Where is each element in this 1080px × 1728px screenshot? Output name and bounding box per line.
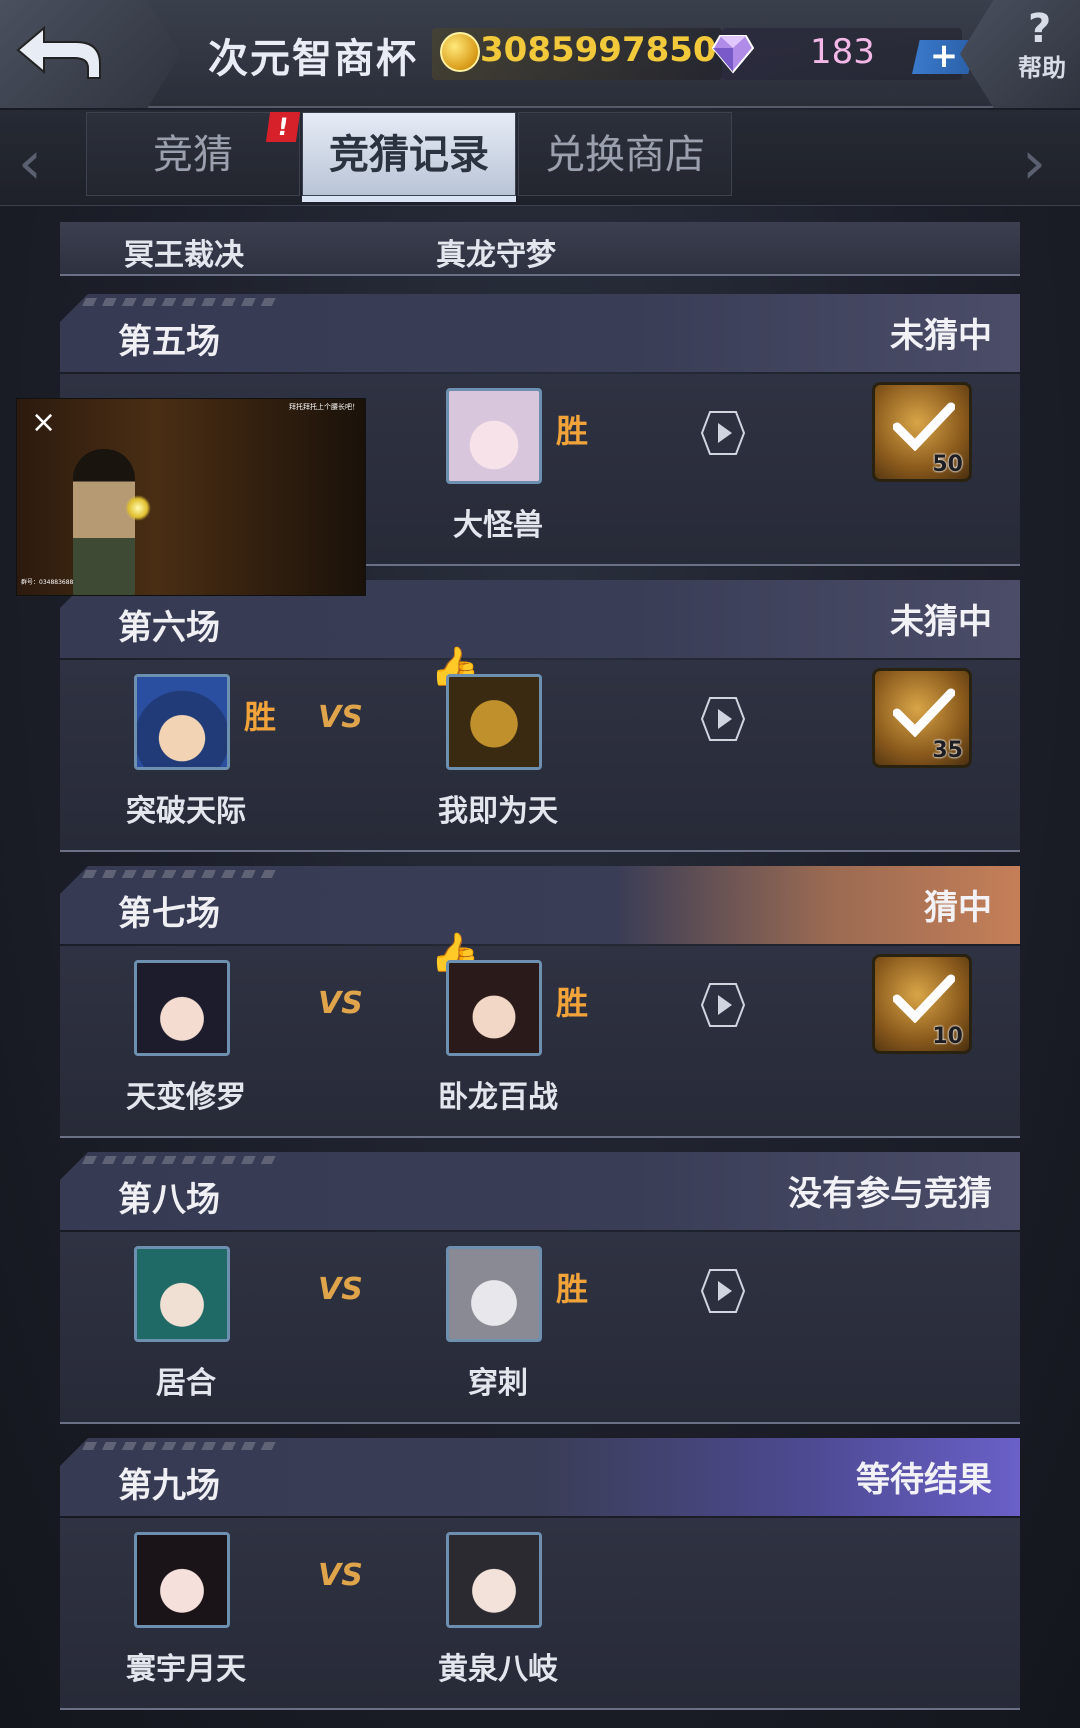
- round-label: 第五场: [118, 322, 220, 362]
- back-button[interactable]: [0, 0, 180, 108]
- chevron-left-icon[interactable]: ‹: [18, 128, 42, 198]
- result-status: 没有参与竞猜: [788, 1174, 992, 1214]
- fighter-avatar[interactable]: [446, 674, 542, 770]
- match-card: 第八场 没有参与竞猜 居合 VS 胜 穿刺: [60, 1152, 1020, 1426]
- match-body: 居合 VS 胜 穿刺: [60, 1232, 1020, 1424]
- coin-check-reward-icon[interactable]: 50: [872, 382, 972, 482]
- match-card: 第九场 等待结果 寰宇月天 VS 黄泉八岐: [60, 1438, 1020, 1712]
- coin-check-reward-icon[interactable]: 10: [872, 954, 972, 1054]
- play-icon[interactable]: [700, 1268, 746, 1314]
- match-header: 第五场 未猜中: [60, 294, 1020, 372]
- reward-count: 35: [932, 738, 963, 763]
- fighter-name: 真龙守梦: [436, 238, 556, 273]
- fighter-name: 居合: [156, 1366, 216, 1401]
- fighter-avatar[interactable]: [134, 1246, 230, 1342]
- tab-exchange-store[interactable]: 兑换商店: [518, 112, 732, 196]
- play-icon[interactable]: [700, 410, 746, 456]
- round-label: 第九场: [118, 1466, 220, 1506]
- match-body: 胜 突破天际 VS 👍 我即为天 35: [60, 645, 1020, 852]
- result-status: 等待结果: [856, 1460, 992, 1500]
- fighter-avatar[interactable]: [446, 388, 542, 484]
- vs-label: VS: [318, 1272, 363, 1307]
- fighter-avatar[interactable]: [134, 1532, 230, 1628]
- coin-check-reward-icon[interactable]: 35: [872, 668, 972, 768]
- fighter-name: 冥王裁决: [124, 238, 244, 273]
- fighter-name: 黄泉八岐: [438, 1652, 558, 1687]
- help-label: 帮助: [1018, 54, 1066, 82]
- video-caption-top: 拜托拜托上个腰长吧！: [289, 403, 359, 411]
- round-label: 第八场: [118, 1180, 220, 1220]
- fighter-avatar[interactable]: [446, 1246, 542, 1342]
- back-arrow-icon: [16, 25, 101, 79]
- close-icon[interactable]: ×: [31, 405, 56, 440]
- winner-mark: 胜: [556, 1270, 589, 1308]
- active-tab-indicator: [302, 196, 516, 202]
- play-icon[interactable]: [700, 982, 746, 1028]
- coin-balance: 3085997850: [480, 30, 717, 70]
- match-card: 第七场 猜中 天变修罗 VS 👍 胜 卧龙百战 10: [60, 866, 1020, 1140]
- result-status: 猜中: [924, 888, 992, 928]
- fighter-name: 大怪兽: [453, 508, 543, 543]
- fighter-name: 突破天际: [126, 794, 246, 829]
- fighter-avatar[interactable]: [446, 960, 542, 1056]
- match-header: 第七场 猜中: [60, 866, 1020, 944]
- floating-video-window[interactable]: × 拜托拜托上个腰长吧！ 群号：034883688: [16, 398, 366, 596]
- match-body: 天变修罗 VS 👍 胜 卧龙百战 10: [60, 931, 1020, 1138]
- fighter-name: 我即为天: [438, 794, 558, 829]
- video-frame-figure: [73, 449, 135, 595]
- help-icon: ?: [1028, 6, 1052, 52]
- reward-count: 50: [932, 452, 963, 477]
- match-header: 第八场 没有参与竞猜: [60, 1152, 1020, 1230]
- winner-mark: 胜: [244, 698, 277, 736]
- fighter-avatar[interactable]: [134, 960, 230, 1056]
- round-label: 第七场: [118, 894, 220, 934]
- page-title: 次元智商杯: [208, 36, 418, 82]
- tab-guess-history[interactable]: 竞猜记录: [302, 112, 516, 196]
- play-icon[interactable]: [700, 696, 746, 742]
- gold-coin-icon: [440, 32, 480, 72]
- video-frame-light: [125, 495, 151, 521]
- result-status: 未猜中: [890, 316, 992, 356]
- video-caption-bottom: 群号：034883688: [21, 579, 74, 586]
- fighter-name: 穿刺: [468, 1366, 528, 1401]
- fighter-name: 天变修罗: [126, 1080, 246, 1115]
- winner-mark: 胜: [556, 412, 589, 450]
- result-status: 未猜中: [890, 602, 992, 642]
- diamond-gem-icon: [712, 35, 754, 74]
- fighter-avatar[interactable]: [446, 1532, 542, 1628]
- chevron-right-icon[interactable]: ›: [1022, 128, 1046, 198]
- fighter-name: 卧龙百战: [438, 1080, 558, 1115]
- fighter-avatar[interactable]: [134, 674, 230, 770]
- winner-mark: 胜: [556, 984, 589, 1022]
- vs-label: VS: [318, 986, 363, 1021]
- round-label: 第六场: [118, 608, 220, 648]
- match-card: 第六场 未猜中 胜 突破天际 VS 👍 我即为天 35: [60, 580, 1020, 854]
- match-body: 寰宇月天 VS 黄泉八岐: [60, 1518, 1020, 1710]
- reward-count: 10: [932, 1024, 963, 1049]
- vs-label: VS: [318, 1558, 363, 1593]
- list-item-partial: 冥王裁决 真龙守梦: [60, 222, 1020, 276]
- match-header: 第九场 等待结果: [60, 1438, 1020, 1516]
- gem-balance: 183: [810, 32, 875, 72]
- vs-label: VS: [318, 700, 363, 735]
- fighter-name: 寰宇月天: [126, 1652, 246, 1687]
- alert-badge: !: [265, 112, 301, 142]
